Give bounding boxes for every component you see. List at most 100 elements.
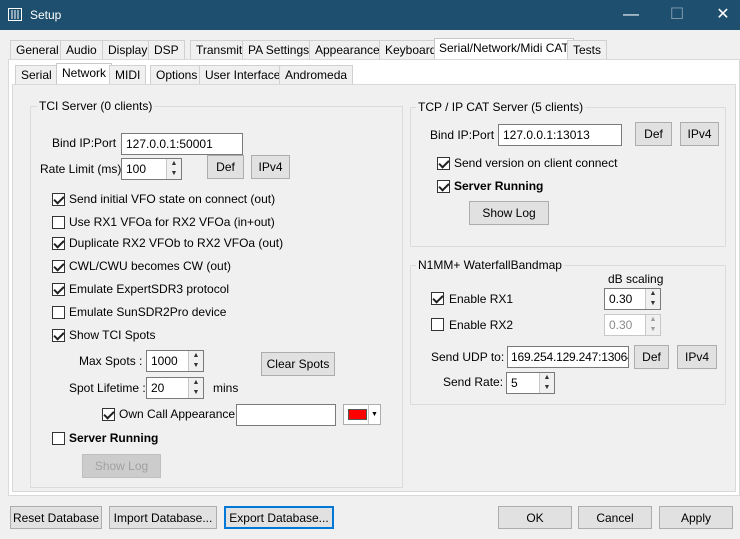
subtab-serial[interactable]: Serial xyxy=(15,65,58,85)
mins-label: mins xyxy=(213,381,239,395)
rx1-db-arrows[interactable]: ▲ ▼ xyxy=(645,289,660,309)
enable-rx2-checkbox[interactable] xyxy=(431,318,444,331)
subtab-midi[interactable]: MIDI xyxy=(109,65,147,85)
max-spots-label: Max Spots : xyxy=(79,354,143,368)
import-database-button[interactable]: Import Database... xyxy=(109,506,217,529)
emulate-expertsdr3-checkbox[interactable] xyxy=(52,283,65,296)
send-rate-stepper[interactable]: 5 ▲ ▼ xyxy=(506,372,555,394)
tab-keyboard[interactable]: Keyboard xyxy=(379,40,443,60)
tab-pa-settings[interactable]: PA Settings xyxy=(242,40,316,60)
rate-limit-stepper[interactable]: 100 ▲ ▼ xyxy=(121,158,182,180)
tcpip-server-running-checkbox[interactable] xyxy=(437,180,450,193)
close-button[interactable]: ✕ xyxy=(700,0,740,30)
tci-def-button[interactable]: Def xyxy=(207,155,244,179)
n1mm-def-button[interactable]: Def xyxy=(634,345,669,369)
rx1-db-value: 0.30 xyxy=(609,292,633,306)
clear-spots-button[interactable]: Clear Spots xyxy=(261,352,335,376)
tab-transmit[interactable]: Transmit xyxy=(190,40,249,60)
use-rx1-vfoa-label: Use RX1 VFOa for RX2 VFOa (in+out) xyxy=(69,215,275,229)
spot-lifetime-stepper[interactable]: 20 ▲ ▼ xyxy=(146,377,204,399)
tab-general[interactable]: General xyxy=(10,40,65,60)
maximize-button[interactable]: ☐ xyxy=(654,0,700,30)
send-rate-label: Send Rate: xyxy=(443,375,504,389)
spot-lifetime-label: Spot Lifetime : xyxy=(69,381,146,395)
down-arrow-icon: ▼ xyxy=(649,300,657,307)
tci-show-log-button[interactable]: Show Log xyxy=(82,454,161,478)
title-bar: Setup — ☐ ✕ xyxy=(0,0,740,30)
up-arrow-icon: ▲ xyxy=(649,290,657,297)
enable-rx2-label: Enable RX2 xyxy=(449,318,514,332)
own-call-input[interactable] xyxy=(236,404,336,426)
send-version-checkbox[interactable] xyxy=(437,157,450,170)
apply-button[interactable]: Apply xyxy=(659,506,733,529)
enable-rx1-label: Enable RX1 xyxy=(449,292,514,306)
own-call-checkbox[interactable] xyxy=(102,408,115,421)
send-udp-label: Send UDP to: xyxy=(431,350,505,364)
tab-serial-network-midi-cat[interactable]: Serial/Network/Midi CAT xyxy=(434,38,574,60)
color-swatch xyxy=(348,409,367,420)
send-initial-vfo-checkbox[interactable] xyxy=(52,193,65,206)
up-arrow-icon: ▲ xyxy=(543,374,551,381)
max-spots-arrows[interactable]: ▲ ▼ xyxy=(188,351,203,371)
emulate-expertsdr3-label: Emulate ExpertSDR3 protocol xyxy=(69,282,230,296)
rate-limit-value: 100 xyxy=(126,162,147,176)
tci-group-title: TCI Server (0 clients) xyxy=(37,99,155,113)
down-arrow-icon: ▼ xyxy=(192,362,200,369)
rate-limit-label: Rate Limit (ms) xyxy=(40,162,122,176)
own-call-color-picker[interactable]: ▼ xyxy=(343,404,381,425)
n1mm-group-title: N1MM+ WaterfallBandmap xyxy=(416,258,564,272)
down-arrow-icon: ▼ xyxy=(543,384,551,391)
db-scaling-label: dB scaling xyxy=(608,272,664,286)
tab-appearance[interactable]: Appearance xyxy=(309,40,386,60)
tcpip-bind-input[interactable]: 127.0.0.1:13013 xyxy=(498,124,622,146)
minimize-button[interactable]: — xyxy=(608,0,654,30)
subtab-andromeda[interactable]: Andromeda xyxy=(279,65,354,85)
show-tci-spots-checkbox[interactable] xyxy=(52,329,65,342)
up-arrow-icon: ▲ xyxy=(192,352,200,359)
ok-button[interactable]: OK xyxy=(498,506,572,529)
emulate-sunsdr2pro-checkbox[interactable] xyxy=(52,306,65,319)
cwl-cwu-checkbox[interactable] xyxy=(52,260,65,273)
duplicate-rx2-vfob-checkbox[interactable] xyxy=(52,237,65,250)
subtab-network[interactable]: Network xyxy=(56,63,113,85)
tab-audio[interactable]: Audio xyxy=(60,40,103,60)
tci-ipv4-button[interactable]: IPv4 xyxy=(251,155,290,179)
tcpip-def-button[interactable]: Def xyxy=(635,122,672,146)
tci-bind-label: Bind IP:Port xyxy=(52,136,117,150)
send-initial-vfo-label: Send initial VFO state on connect (out) xyxy=(69,192,276,206)
rx2-db-value: 0.30 xyxy=(609,318,633,332)
export-database-button[interactable]: Export Database... xyxy=(224,506,334,529)
cancel-button[interactable]: Cancel xyxy=(578,506,652,529)
max-spots-stepper[interactable]: 1000 ▲ ▼ xyxy=(146,350,204,372)
down-arrow-icon: ▼ xyxy=(192,389,200,396)
send-udp-input[interactable]: 169.254.129.247:13064 xyxy=(507,346,629,368)
maximize-icon: ☐ xyxy=(669,6,685,23)
tci-server-running-checkbox[interactable] xyxy=(52,432,65,445)
n1mm-ipv4-button[interactable]: IPv4 xyxy=(677,345,717,369)
use-rx1-vfoa-checkbox[interactable] xyxy=(52,216,65,229)
tci-server-running-label: Server Running xyxy=(69,431,159,445)
tcpip-show-log-button[interactable]: Show Log xyxy=(469,201,549,225)
own-call-label: Own Call Appearance xyxy=(119,407,236,421)
max-spots-value: 1000 xyxy=(151,354,178,368)
tab-dsp[interactable]: DSP xyxy=(148,40,185,60)
rx2-db-arrows[interactable]: ▲ ▼ xyxy=(645,315,660,335)
subtab-options[interactable]: Options xyxy=(150,65,204,85)
send-rate-arrows[interactable]: ▲ ▼ xyxy=(539,373,554,393)
down-arrow-icon: ▼ xyxy=(649,326,657,333)
spot-lifetime-value: 20 xyxy=(151,381,165,395)
up-arrow-icon: ▲ xyxy=(192,379,200,386)
tcpip-server-running-label: Server Running xyxy=(454,179,544,193)
reset-database-button[interactable]: Reset Database xyxy=(10,506,102,529)
tcpip-ipv4-button[interactable]: IPv4 xyxy=(680,122,719,146)
enable-rx1-checkbox[interactable] xyxy=(431,292,444,305)
tab-display[interactable]: Display xyxy=(102,40,154,60)
rx1-db-stepper[interactable]: 0.30 ▲ ▼ xyxy=(604,288,661,310)
spot-lifetime-arrows[interactable]: ▲ ▼ xyxy=(188,378,203,398)
emulate-sunsdr2pro-label: Emulate SunSDR2Pro device xyxy=(69,305,227,319)
rx2-db-stepper[interactable]: 0.30 ▲ ▼ xyxy=(604,314,661,336)
subtab-user-interface[interactable]: User Interface xyxy=(199,65,287,85)
tab-tests[interactable]: Tests xyxy=(567,40,608,60)
rate-limit-arrows[interactable]: ▲ ▼ xyxy=(166,159,181,179)
tci-bind-input[interactable]: 127.0.0.1:50001 xyxy=(121,133,243,155)
